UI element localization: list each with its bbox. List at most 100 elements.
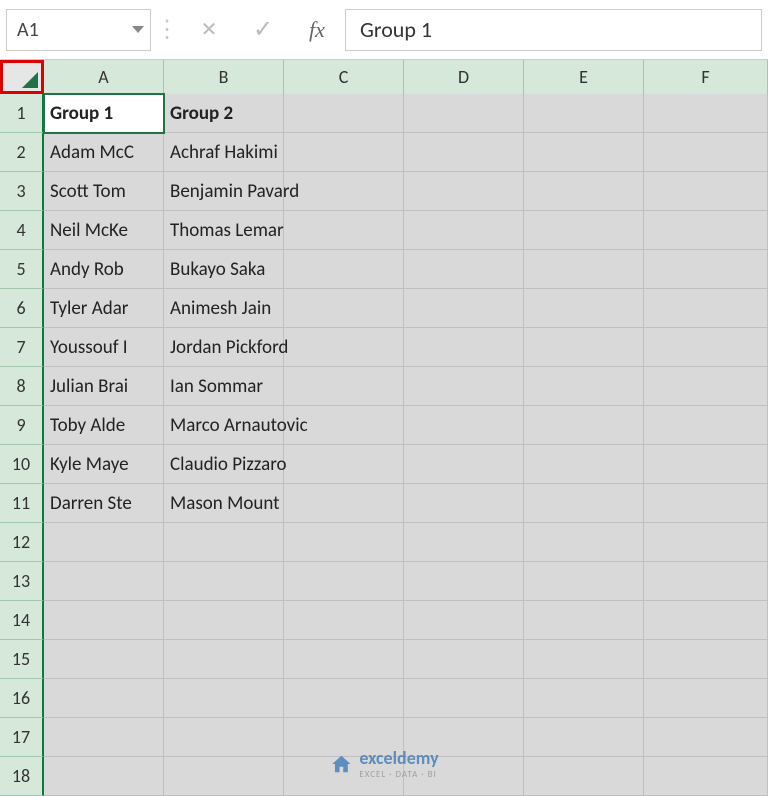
cell-C7[interactable] <box>284 328 404 367</box>
cell-E15[interactable] <box>524 640 644 679</box>
cell-D12[interactable] <box>404 523 524 562</box>
column-header-A[interactable]: A <box>44 60 164 94</box>
cell-B13[interactable] <box>164 562 284 601</box>
row-header-5[interactable]: 5 <box>0 250 44 289</box>
cell-C15[interactable] <box>284 640 404 679</box>
cell-F9[interactable] <box>644 406 768 445</box>
column-header-B[interactable]: B <box>164 60 284 94</box>
row-header-6[interactable]: 6 <box>0 289 44 328</box>
cell-F15[interactable] <box>644 640 768 679</box>
row-header-12[interactable]: 12 <box>0 523 44 562</box>
cell-E1[interactable] <box>524 94 644 133</box>
cell-D4[interactable] <box>404 211 524 250</box>
cell-B15[interactable] <box>164 640 284 679</box>
cell-F10[interactable] <box>644 445 768 484</box>
cell-A5[interactable]: Andy Rob <box>44 250 164 289</box>
cell-D15[interactable] <box>404 640 524 679</box>
cell-A18[interactable] <box>44 757 164 796</box>
cell-A3[interactable]: Scott Tom <box>44 172 164 211</box>
cell-E5[interactable] <box>524 250 644 289</box>
cell-B14[interactable] <box>164 601 284 640</box>
column-header-D[interactable]: D <box>404 60 524 94</box>
cell-D16[interactable] <box>404 679 524 718</box>
cell-B1[interactable]: Group 2 <box>164 94 284 133</box>
cell-F3[interactable] <box>644 172 768 211</box>
cell-B12[interactable] <box>164 523 284 562</box>
cell-C8[interactable] <box>284 367 404 406</box>
cell-B6[interactable]: Animesh Jain <box>164 289 284 328</box>
column-header-F[interactable]: F <box>644 60 768 94</box>
row-header-18[interactable]: 18 <box>0 757 44 796</box>
cell-B3[interactable]: Benjamin Pavard <box>164 172 284 211</box>
cell-D10[interactable] <box>404 445 524 484</box>
column-header-C[interactable]: C <box>284 60 404 94</box>
row-header-11[interactable]: 11 <box>0 484 44 523</box>
cell-A8[interactable]: Julian Brai <box>44 367 164 406</box>
cell-E16[interactable] <box>524 679 644 718</box>
cell-D2[interactable] <box>404 133 524 172</box>
cell-F12[interactable] <box>644 523 768 562</box>
cell-D6[interactable] <box>404 289 524 328</box>
cell-B2[interactable]: Achraf Hakimi <box>164 133 284 172</box>
cell-B16[interactable] <box>164 679 284 718</box>
cell-D13[interactable] <box>404 562 524 601</box>
row-header-8[interactable]: 8 <box>0 367 44 406</box>
cell-C12[interactable] <box>284 523 404 562</box>
name-box[interactable]: A1 <box>6 9 151 51</box>
cell-B8[interactable]: Ian Sommar <box>164 367 284 406</box>
cell-A9[interactable]: Toby Alde <box>44 406 164 445</box>
cell-D8[interactable] <box>404 367 524 406</box>
cell-B18[interactable] <box>164 757 284 796</box>
cell-F16[interactable] <box>644 679 768 718</box>
cell-F17[interactable] <box>644 718 768 757</box>
cell-E12[interactable] <box>524 523 644 562</box>
cell-D3[interactable] <box>404 172 524 211</box>
cell-F18[interactable] <box>644 757 768 796</box>
cell-C16[interactable] <box>284 679 404 718</box>
cell-E9[interactable] <box>524 406 644 445</box>
cell-B10[interactable]: Claudio Pizzaro <box>164 445 284 484</box>
cell-D7[interactable] <box>404 328 524 367</box>
cell-F8[interactable] <box>644 367 768 406</box>
cell-A10[interactable]: Kyle Maye <box>44 445 164 484</box>
cell-E18[interactable] <box>524 757 644 796</box>
formula-input[interactable]: Group 1 <box>345 9 762 51</box>
cell-E17[interactable] <box>524 718 644 757</box>
cell-E14[interactable] <box>524 601 644 640</box>
cell-A4[interactable]: Neil McKe <box>44 211 164 250</box>
row-header-14[interactable]: 14 <box>0 601 44 640</box>
row-header-3[interactable]: 3 <box>0 172 44 211</box>
cell-E11[interactable] <box>524 484 644 523</box>
fx-icon[interactable]: fx <box>291 9 343 51</box>
cell-C5[interactable] <box>284 250 404 289</box>
row-header-1[interactable]: 1 <box>0 94 44 133</box>
cell-A17[interactable] <box>44 718 164 757</box>
cell-B5[interactable]: Bukayo Saka <box>164 250 284 289</box>
cell-C10[interactable] <box>284 445 404 484</box>
cell-C11[interactable] <box>284 484 404 523</box>
cell-E2[interactable] <box>524 133 644 172</box>
cell-F7[interactable] <box>644 328 768 367</box>
cell-F2[interactable] <box>644 133 768 172</box>
row-header-16[interactable]: 16 <box>0 679 44 718</box>
row-header-10[interactable]: 10 <box>0 445 44 484</box>
cell-A11[interactable]: Darren Ste <box>44 484 164 523</box>
cell-E3[interactable] <box>524 172 644 211</box>
column-header-E[interactable]: E <box>524 60 644 94</box>
cell-C3[interactable] <box>284 172 404 211</box>
cell-E7[interactable] <box>524 328 644 367</box>
cell-E6[interactable] <box>524 289 644 328</box>
cancel-icon[interactable]: ✕ <box>183 9 235 51</box>
cell-D1[interactable] <box>404 94 524 133</box>
cell-F14[interactable] <box>644 601 768 640</box>
cell-B4[interactable]: Thomas Lemar <box>164 211 284 250</box>
cell-A12[interactable] <box>44 523 164 562</box>
cell-C4[interactable] <box>284 211 404 250</box>
cell-A1[interactable]: Group 1 <box>44 94 164 133</box>
cell-D9[interactable] <box>404 406 524 445</box>
cell-F6[interactable] <box>644 289 768 328</box>
cell-F4[interactable] <box>644 211 768 250</box>
cell-A14[interactable] <box>44 601 164 640</box>
cell-B7[interactable]: Jordan Pickford <box>164 328 284 367</box>
row-header-7[interactable]: 7 <box>0 328 44 367</box>
